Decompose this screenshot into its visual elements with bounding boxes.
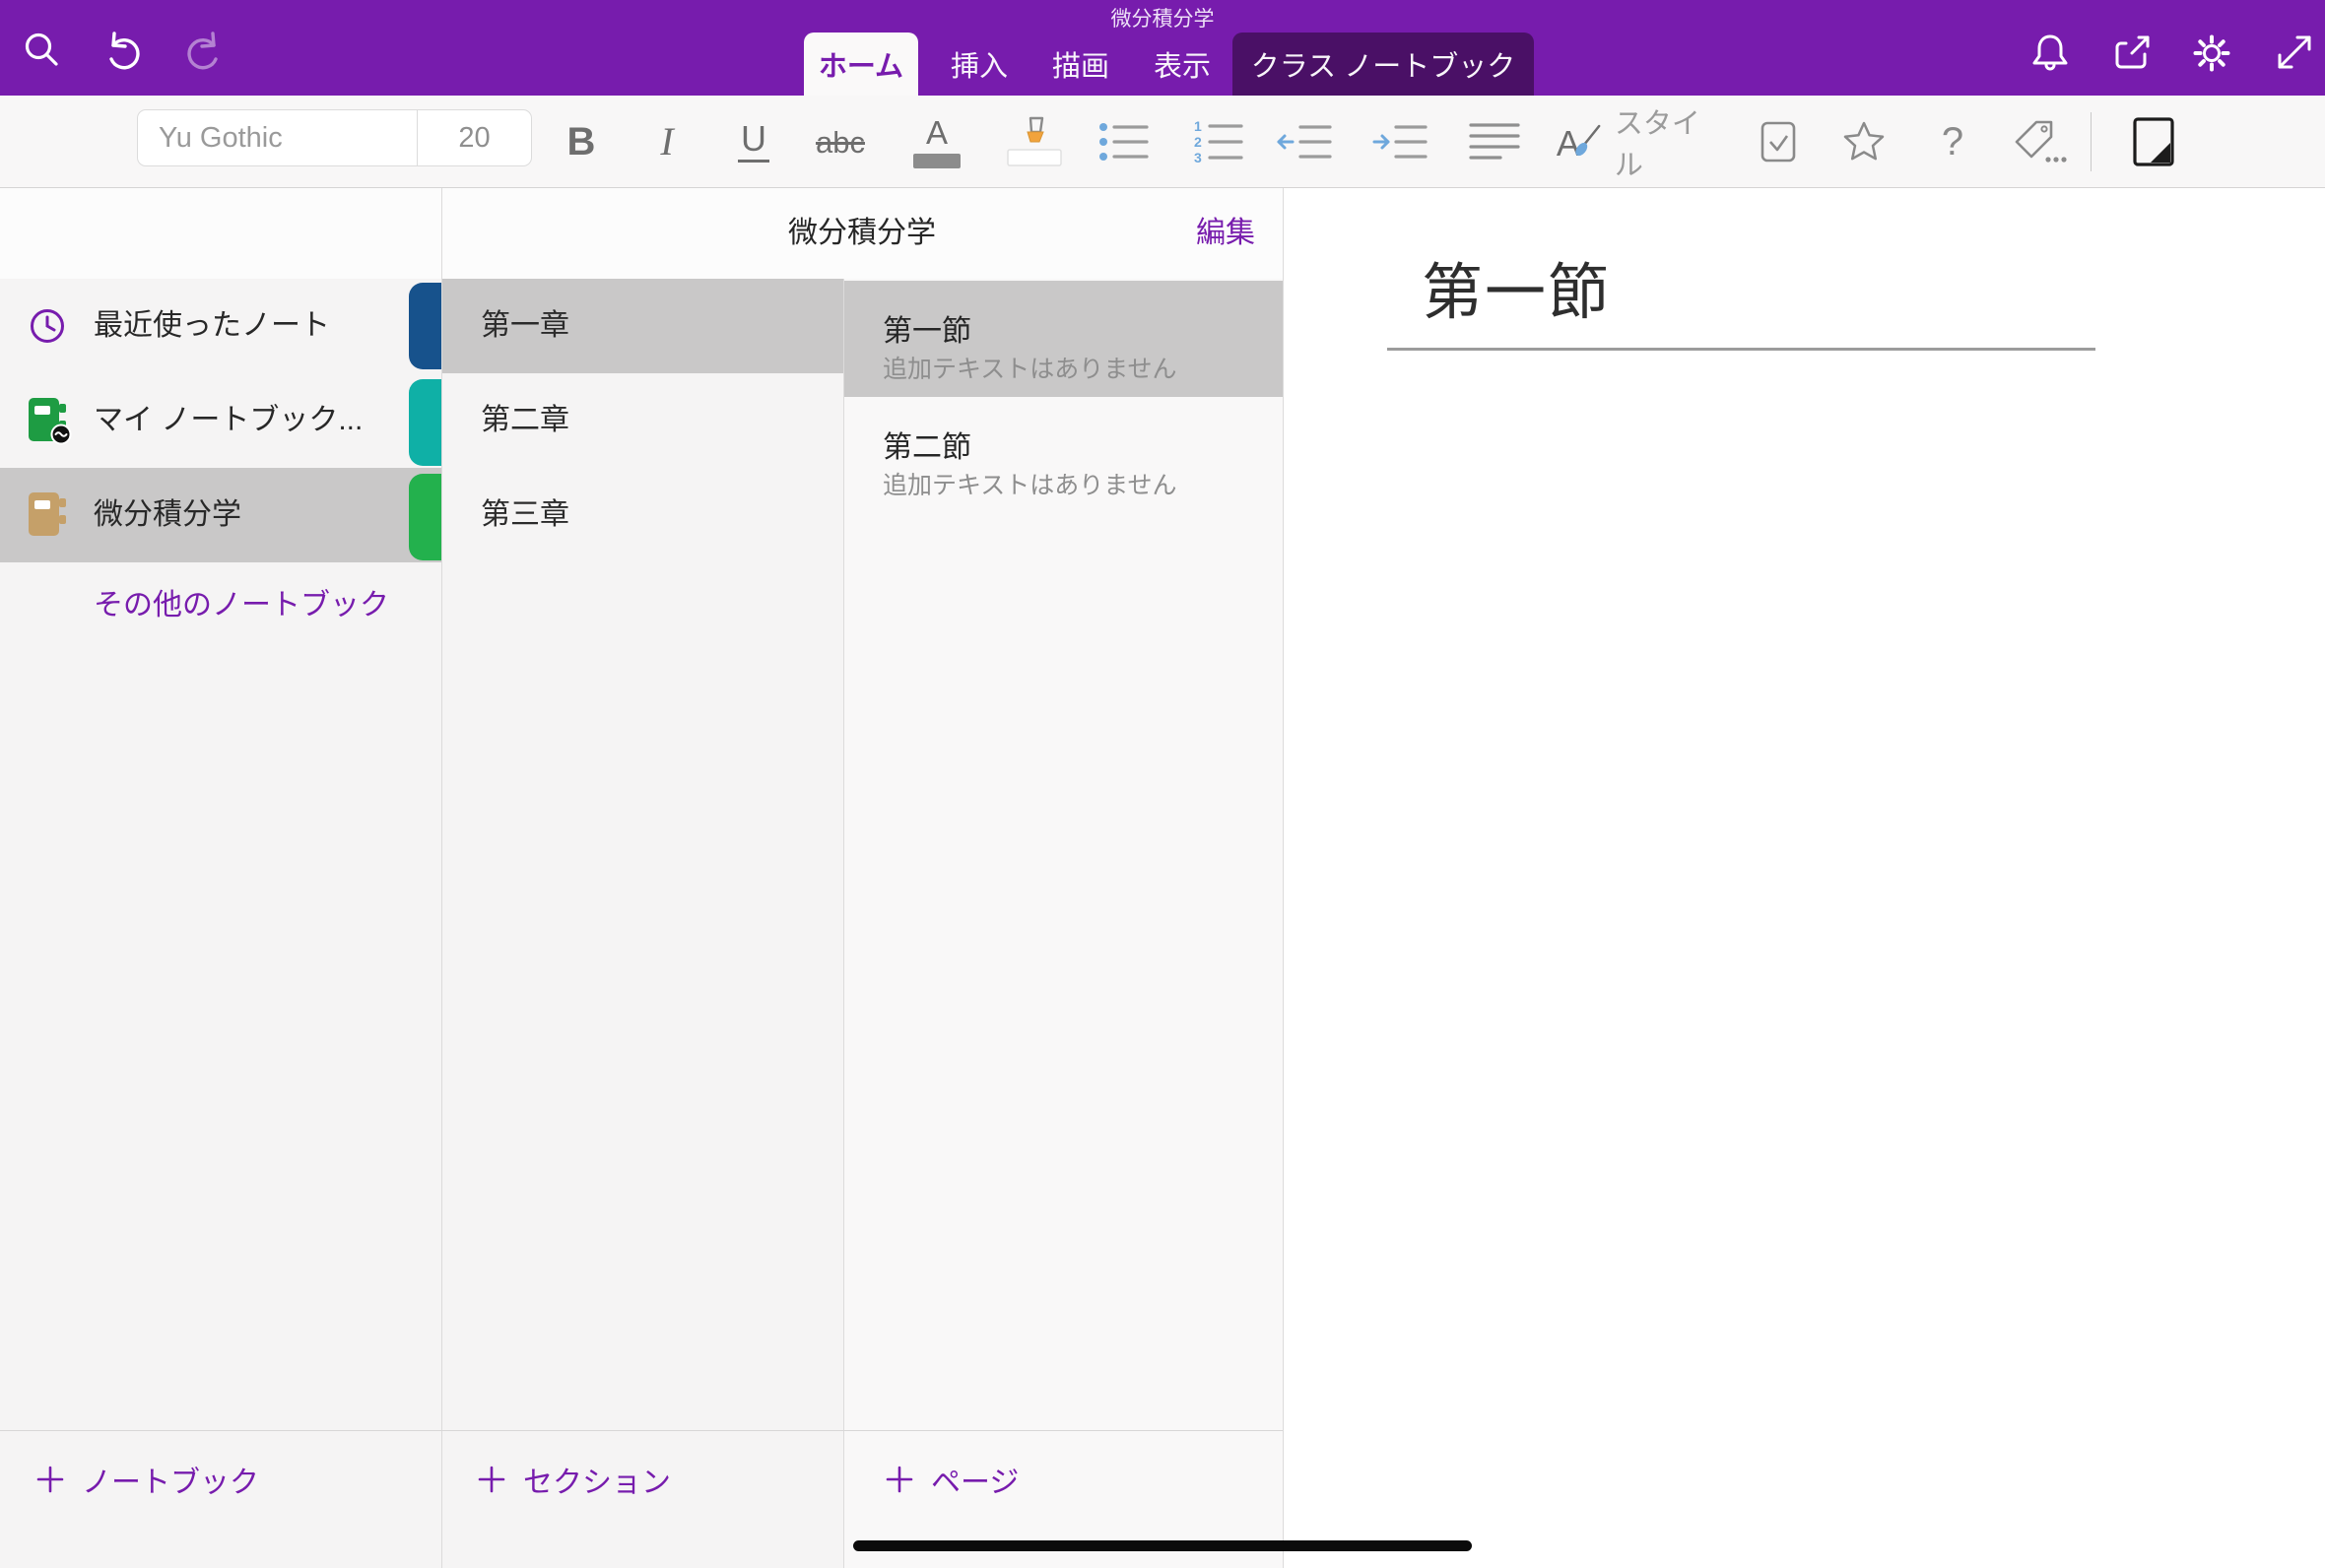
edit-button[interactable]: 編集 [1196, 188, 1255, 279]
page-title[interactable]: 第一節 [1422, 242, 1611, 331]
font-name-field[interactable]: Yu Gothic [138, 110, 418, 165]
help-icon[interactable]: ? [1933, 96, 1972, 188]
plus-icon [477, 1465, 506, 1494]
add-notebook-button[interactable]: ノートブック [35, 1448, 259, 1511]
italic-button[interactable]: I [642, 96, 692, 188]
underline-button[interactable]: U [729, 96, 778, 188]
page-canvas[interactable]: 第一節 [1284, 188, 2325, 1568]
document-title: 微分積分学 [0, 3, 2325, 33]
section-item-chapter2[interactable]: 第二章 [441, 373, 843, 468]
star-icon[interactable] [1838, 96, 1890, 188]
section-item-chapter3[interactable]: 第三章 [441, 468, 843, 562]
font-color-button[interactable]: A [909, 96, 964, 188]
onenote-app: 微分積分学 ホーム 挿入 描画 表示 クラス ノ [0, 0, 2325, 1568]
alignment-icon[interactable] [1467, 96, 1522, 188]
fullscreen-expand-icon[interactable] [2272, 30, 2317, 75]
clock-icon [28, 306, 67, 346]
divider-sidebar [441, 188, 442, 1568]
add-section-button[interactable]: セクション [477, 1448, 671, 1511]
notebook-color-tab [409, 379, 441, 466]
svg-text:3: 3 [1194, 150, 1202, 165]
more-notebooks-link[interactable]: その他のノートブック [94, 574, 389, 637]
svg-text:A: A [1557, 124, 1580, 163]
font-color-swatch [913, 154, 961, 168]
bold-button[interactable]: B [557, 96, 606, 188]
notebook-icon [28, 490, 73, 540]
tab-insert[interactable]: 挿入 [934, 33, 1025, 96]
todo-checkbox-icon[interactable] [1755, 96, 1802, 188]
page-item-section1[interactable]: 第一節 追加テキストはありません [843, 281, 1283, 397]
divider-pages [1283, 188, 1284, 1568]
formatting-toolbar: Yu Gothic 20 [0, 96, 2325, 188]
tab-home[interactable]: ホーム [804, 33, 918, 96]
plus-icon [885, 1465, 914, 1494]
page-item-section2[interactable]: 第二節 追加テキストはありません [843, 397, 1283, 513]
styles-brush-icon: A [1555, 119, 1605, 164]
divider-sections [843, 279, 844, 1568]
highlighter-button[interactable] [1003, 96, 1066, 188]
font-size-field[interactable]: 20 [418, 110, 531, 165]
svg-text:1: 1 [1194, 118, 1202, 134]
notebook-color-tab [409, 474, 441, 560]
tab-class-notebook[interactable]: クラス ノートブック [1232, 33, 1534, 96]
sidebar-item-recent-notes[interactable]: 最近使ったノート [0, 279, 441, 373]
strikethrough-button[interactable]: abc [811, 96, 870, 188]
sidebar-item-calculus-notebook[interactable]: 微分積分学 [0, 468, 441, 562]
footer-divider [0, 1430, 1283, 1431]
section-item-chapter1[interactable]: 第一章 [441, 279, 843, 373]
settings-gear-icon[interactable] [2189, 30, 2234, 75]
sidebar-item-my-notebooks[interactable]: マイ ノートブック... [0, 373, 441, 468]
undo-icon[interactable] [100, 30, 146, 75]
numbered-list-icon[interactable]: 123 [1191, 96, 1246, 188]
notebook-header-title: 微分積分学 [441, 188, 1283, 279]
notifications-bell-icon[interactable] [2027, 30, 2073, 75]
page-panel-icon[interactable] [2130, 96, 2177, 188]
toolbar-separator [2091, 112, 2092, 171]
tag-icon[interactable] [2009, 96, 2070, 188]
bullet-list-icon[interactable] [1096, 96, 1152, 188]
font-picker[interactable]: Yu Gothic 20 [137, 109, 532, 166]
add-page-button[interactable]: ページ [885, 1448, 1019, 1511]
indent-icon[interactable] [1370, 96, 1429, 188]
top-app-bar: 微分積分学 ホーム 挿入 描画 表示 クラス ノ [0, 0, 2325, 96]
page-title-underline [1387, 348, 2095, 351]
notebook-sync-icon [28, 396, 73, 445]
svg-text:2: 2 [1194, 134, 1202, 150]
styles-button[interactable]: A スタイル [1555, 96, 1722, 188]
tab-draw[interactable]: 描画 [1035, 33, 1126, 96]
plus-icon [35, 1465, 65, 1494]
search-icon[interactable] [20, 30, 65, 75]
share-icon[interactable] [2110, 30, 2156, 75]
outdent-icon[interactable] [1275, 96, 1334, 188]
notebook-color-tab [409, 283, 441, 369]
home-indicator[interactable] [853, 1540, 1472, 1551]
tab-view[interactable]: 表示 [1137, 33, 1228, 96]
redo-icon[interactable] [181, 30, 227, 75]
